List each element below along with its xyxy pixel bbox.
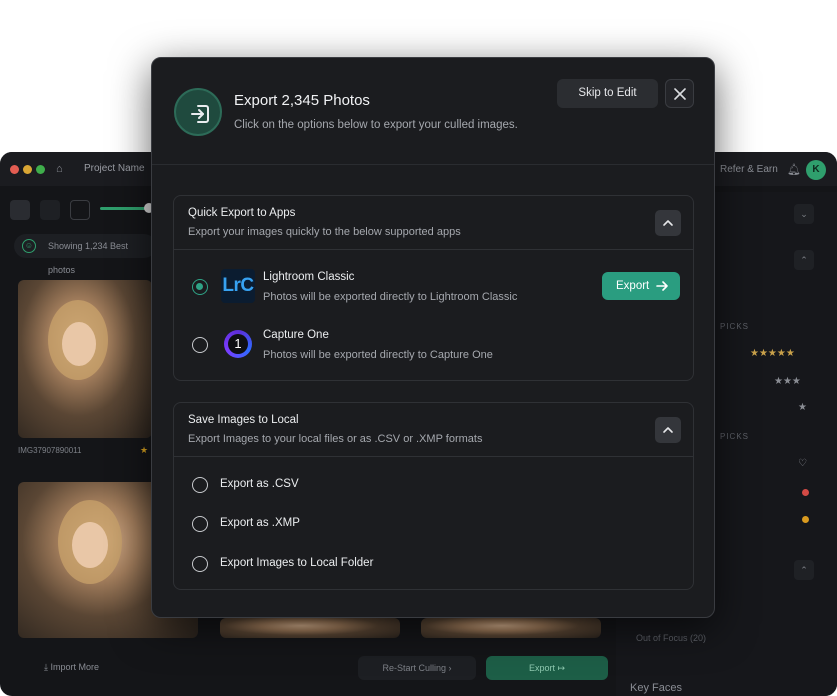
modal-title: Export 2,345 Photos bbox=[234, 92, 370, 109]
lightroom-name: Lightroom Classic bbox=[263, 271, 355, 283]
showing-label: Showing 1,234 Best photos bbox=[48, 241, 129, 275]
export-csv-label[interactable]: Export as .CSV bbox=[220, 478, 299, 490]
lightroom-radio[interactable] bbox=[192, 279, 208, 295]
close-window-dot[interactable] bbox=[10, 165, 19, 174]
export-xmp-label[interactable]: Export as .XMP bbox=[220, 517, 300, 529]
import-more-label: Import More bbox=[50, 662, 99, 672]
star-icon[interactable]: ★ bbox=[798, 402, 807, 413]
picks-label: PICKS bbox=[720, 432, 750, 441]
three-star-rating[interactable]: ★★★ bbox=[774, 376, 801, 387]
export-xmp-radio[interactable] bbox=[192, 516, 208, 532]
save-local-header: Save Images to Local Export Images to yo… bbox=[174, 403, 693, 457]
lightroom-logo: LrC bbox=[221, 269, 255, 303]
refer-link[interactable]: Refer & Earn bbox=[720, 164, 778, 175]
import-more-link[interactable]: ⤓ Import More bbox=[44, 662, 99, 673]
home-icon[interactable]: ⌂ bbox=[56, 163, 63, 175]
avatar[interactable]: K bbox=[806, 160, 826, 180]
red-label-dot[interactable] bbox=[802, 489, 809, 496]
single-view-icon[interactable] bbox=[70, 200, 90, 220]
save-local-section: Save Images to Local Export Images to yo… bbox=[173, 402, 694, 590]
background-export-button[interactable]: Export ↦ bbox=[486, 656, 608, 680]
photo-thumbnail[interactable] bbox=[220, 618, 400, 638]
capture-one-logo: 1 bbox=[224, 330, 252, 358]
close-icon bbox=[674, 88, 686, 100]
five-star-rating[interactable]: ★★★★★ bbox=[750, 348, 795, 359]
stack-view-icon[interactable] bbox=[40, 200, 60, 220]
photo-thumbnail[interactable] bbox=[421, 618, 601, 638]
collapse-quick-export-button[interactable] bbox=[655, 210, 681, 236]
picks-label: PICKS bbox=[720, 322, 750, 331]
yellow-label-dot[interactable] bbox=[802, 516, 809, 523]
chevron-up-icon bbox=[663, 427, 673, 433]
export-button-label: Export bbox=[616, 280, 650, 292]
out-of-focus-label[interactable]: Out of Focus (20) bbox=[636, 633, 706, 643]
showing-badge: ☺ Showing 1,234 Best photos bbox=[14, 234, 156, 275]
export-local-folder-radio[interactable] bbox=[192, 556, 208, 572]
save-local-title: Save Images to Local bbox=[188, 414, 299, 426]
restart-label: Re-Start Culling bbox=[382, 663, 447, 673]
smile-icon: ☺ bbox=[22, 239, 36, 253]
star-icon[interactable]: ★ bbox=[140, 445, 148, 456]
quick-export-header: Quick Export to Apps Export your images … bbox=[174, 196, 693, 250]
export-button[interactable]: Export bbox=[602, 272, 680, 300]
export-csv-radio[interactable] bbox=[192, 477, 208, 493]
restart-culling-button[interactable]: Re-Start Culling › bbox=[358, 656, 476, 680]
heart-icon[interactable]: ♡ bbox=[798, 458, 807, 469]
capture-one-description: Photos will be exported directly to Capt… bbox=[263, 349, 493, 361]
key-faces-label: Key Faces bbox=[630, 682, 682, 694]
capture-one-radio[interactable] bbox=[192, 337, 208, 353]
quick-export-description: Export your images quickly to the below … bbox=[188, 226, 461, 238]
modal-subtitle: Click on the options below to export you… bbox=[234, 119, 518, 131]
arrow-right-icon bbox=[656, 281, 668, 291]
photo-face bbox=[62, 322, 96, 366]
quick-export-section: Quick Export to Apps Export your images … bbox=[173, 195, 694, 381]
photo-thumbnail[interactable] bbox=[18, 280, 152, 438]
zoom-slider[interactable] bbox=[100, 207, 150, 210]
export-icon bbox=[174, 88, 222, 136]
capture-one-name: Capture One bbox=[263, 329, 329, 341]
close-button[interactable] bbox=[665, 79, 694, 108]
chevron-down-icon[interactable]: ⌄ bbox=[794, 204, 814, 224]
background-export-label: Export bbox=[528, 663, 555, 673]
capture-one-logo-mark: 1 bbox=[228, 334, 248, 354]
save-local-description: Export Images to your local files or as … bbox=[188, 433, 483, 445]
minimize-window-dot[interactable] bbox=[23, 165, 32, 174]
project-name[interactable]: Project Name bbox=[84, 163, 145, 174]
header-divider bbox=[152, 164, 714, 165]
lightroom-description: Photos will be exported directly to Ligh… bbox=[263, 291, 518, 303]
skip-to-edit-button[interactable]: Skip to Edit bbox=[557, 79, 658, 108]
photo-face bbox=[72, 522, 108, 568]
chevron-up-icon bbox=[663, 220, 673, 226]
quick-export-title: Quick Export to Apps bbox=[188, 207, 296, 219]
maximize-window-dot[interactable] bbox=[36, 165, 45, 174]
photo-caption: IMG37907890011 bbox=[18, 446, 82, 455]
export-modal: Export 2,345 Photos Click on the options… bbox=[151, 57, 715, 618]
chevron-up-icon[interactable]: ⌃ bbox=[794, 250, 814, 270]
collapse-save-local-button[interactable] bbox=[655, 417, 681, 443]
export-local-folder-label[interactable]: Export Images to Local Folder bbox=[220, 557, 373, 569]
chevron-up-icon[interactable]: ⌃ bbox=[794, 560, 814, 580]
bell-icon[interactable]: 🔔︎ bbox=[787, 163, 801, 176]
grid-view-icon[interactable] bbox=[10, 200, 30, 220]
